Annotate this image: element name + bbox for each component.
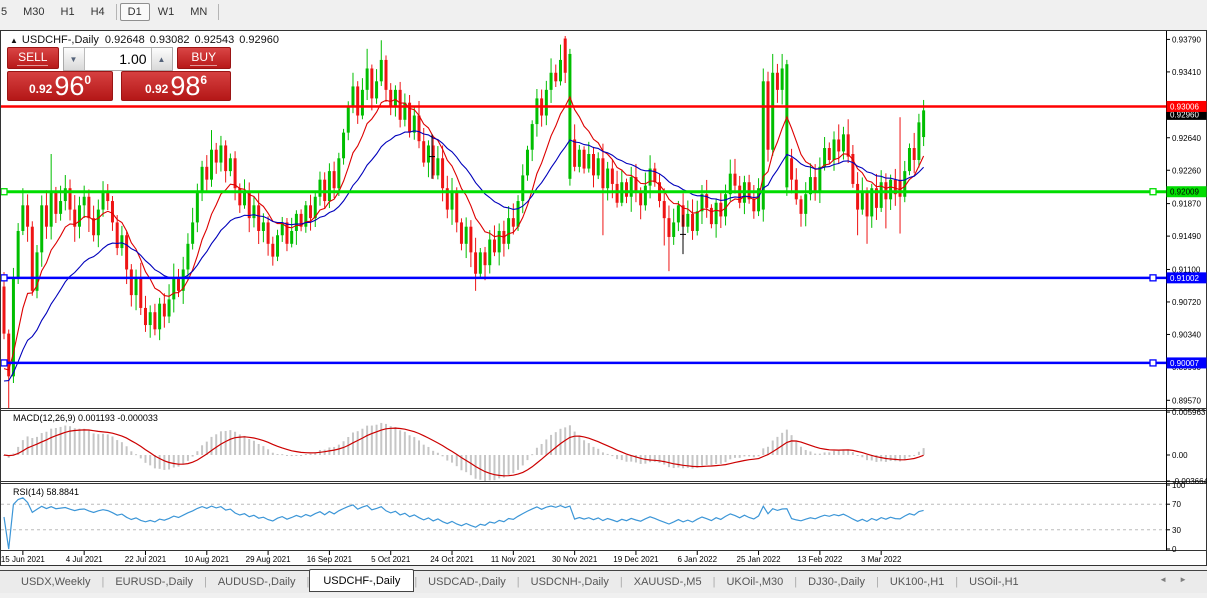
tab-eurusd-daily[interactable]: EURUSD-,Daily <box>104 573 204 591</box>
buy-button[interactable]: BUY <box>177 47 231 69</box>
svg-text:0.92009: 0.92009 <box>1170 188 1199 197</box>
timeframe-button-h4[interactable]: H4 <box>83 3 113 21</box>
timeframe-button-d1[interactable]: D1 <box>120 3 150 21</box>
timeframe-button-mn[interactable]: MN <box>182 3 215 21</box>
price-marker-0.92009: 0.92009 <box>1167 186 1207 197</box>
tab-usdcnh-daily[interactable]: USDCNH-,Daily <box>520 573 620 591</box>
svg-text:0.91490: 0.91490 <box>1172 232 1201 241</box>
tab-ukoil-m30[interactable]: UKOil-,M30 <box>715 573 794 591</box>
one-click-trade-panel: SELL ▼ 1.00 ▲ BUY 0.92960 0.92986 <box>7 47 231 101</box>
tab-scroll-arrows: ◄► <box>1159 575 1199 584</box>
sell-price-display[interactable]: 0.92960 <box>7 71 113 101</box>
rsi-indicator-label: RSI(14) 58.8841 <box>13 487 79 497</box>
macd-indicator-label: MACD(12,26,9) 0.001193 -0.000033 <box>13 413 158 423</box>
svg-text:5 Oct 2021: 5 Oct 2021 <box>371 555 411 564</box>
tab-usdcad-daily[interactable]: USDCAD-,Daily <box>417 573 517 591</box>
chart-symbol-title: USDCHF-,Daily <box>22 34 99 46</box>
tab-scroll-left-icon[interactable]: ◄ <box>1159 575 1179 584</box>
tab-usoil-h1[interactable]: USOil-,H1 <box>958 573 1030 591</box>
svg-text:19 Dec 2021: 19 Dec 2021 <box>613 555 659 564</box>
trading-terminal: 5M30H1H4D1W1MN 0.937900.934100.930300.92… <box>0 0 1207 598</box>
ohlc-low: 0.92543 <box>194 34 234 46</box>
svg-text:0.89570: 0.89570 <box>1172 396 1201 405</box>
buy-price-display[interactable]: 0.92986 <box>121 71 231 101</box>
svg-text:25 Jan 2022: 25 Jan 2022 <box>737 555 782 564</box>
volume-input[interactable]: 1.00 <box>85 48 151 70</box>
svg-text:0.93006: 0.93006 <box>1170 102 1199 111</box>
svg-text:16 Sep 2021: 16 Sep 2021 <box>307 555 353 564</box>
tab-dj30-daily[interactable]: DJ30-,Daily <box>797 573 876 591</box>
collapse-panel-icon[interactable]: ▲ <box>10 36 18 45</box>
chart-tab-bar: USDX,Weekly|EURUSD-,Daily|AUDUSD-,Daily|… <box>0 566 1207 598</box>
sell-button[interactable]: SELL <box>7 47 59 69</box>
ohlc-high: 0.93082 <box>150 34 190 46</box>
svg-text:0.91870: 0.91870 <box>1172 200 1201 209</box>
svg-text:0.90720: 0.90720 <box>1172 298 1201 307</box>
svg-text:0.93410: 0.93410 <box>1172 68 1201 77</box>
price-marker-0.90007: 0.90007 <box>1167 357 1207 368</box>
timeframe-button-5[interactable]: 5 <box>0 3 15 21</box>
svg-text:29 Aug 2021: 29 Aug 2021 <box>246 555 291 564</box>
tab-usdx-weekly[interactable]: USDX,Weekly <box>10 573 101 591</box>
timeframe-toolbar: 5M30H1H4 D1W1MN <box>0 0 1207 24</box>
timeframe-button-m30[interactable]: M30 <box>15 3 52 21</box>
svg-text:0.92260: 0.92260 <box>1172 166 1201 175</box>
toolbar-separator <box>116 4 117 20</box>
volume-stepper: ▼ 1.00 ▲ <box>63 47 173 71</box>
svg-text:6 Jan 2022: 6 Jan 2022 <box>677 555 717 564</box>
svg-text:0.90340: 0.90340 <box>1172 330 1201 339</box>
svg-text:0.90007: 0.90007 <box>1170 359 1199 368</box>
svg-text:30: 30 <box>1172 526 1181 535</box>
svg-text:4 Jul 2021: 4 Jul 2021 <box>66 555 103 564</box>
chart-tabs: USDX,Weekly|EURUSD-,Daily|AUDUSD-,Daily|… <box>0 571 1207 593</box>
svg-text:0.91002: 0.91002 <box>1170 274 1199 283</box>
svg-text:10 Aug 2021: 10 Aug 2021 <box>184 555 229 564</box>
ohlc-close: 0.92960 <box>239 34 279 46</box>
tab-usdchf-daily[interactable]: USDCHF-,Daily <box>309 569 414 592</box>
chart-symbol-header: ▲ USDCHF-,Daily 0.92648 0.93082 0.92543 0.929… <box>10 34 284 46</box>
svg-text:0: 0 <box>1172 545 1177 554</box>
tab-uk100-h1[interactable]: UK100-,H1 <box>879 573 955 591</box>
svg-text:100: 100 <box>1172 481 1186 490</box>
svg-text:30 Nov 2021: 30 Nov 2021 <box>552 555 598 564</box>
timeframe-button-w1[interactable]: W1 <box>150 3 183 21</box>
svg-text:0.92640: 0.92640 <box>1172 134 1201 143</box>
price-marker-0.91002: 0.91002 <box>1167 272 1207 283</box>
svg-text:13 Feb 2022: 13 Feb 2022 <box>797 555 842 564</box>
svg-text:0.93790: 0.93790 <box>1172 35 1201 44</box>
price-chart: 0.937900.934100.930300.926400.922600.918… <box>0 30 1207 566</box>
svg-text:22 Jul 2021: 22 Jul 2021 <box>125 555 167 564</box>
ohlc-open: 0.92648 <box>105 34 145 46</box>
svg-text:24 Oct 2021: 24 Oct 2021 <box>430 555 474 564</box>
svg-text:15 Jun 2021: 15 Jun 2021 <box>1 555 46 564</box>
timeframe-button-h1[interactable]: H1 <box>53 3 83 21</box>
volume-increase-button[interactable]: ▲ <box>151 48 172 70</box>
volume-decrease-button[interactable]: ▼ <box>64 48 85 70</box>
svg-text:11 Nov 2021: 11 Nov 2021 <box>491 555 536 564</box>
price-marker-0.93006: 0.93006 <box>1167 101 1207 112</box>
tab-xauusd-m5[interactable]: XAUUSD-,M5 <box>623 573 713 591</box>
tab-scroll-right-icon[interactable]: ► <box>1179 575 1199 584</box>
toolbar-separator <box>218 4 219 20</box>
svg-text:0.005963: 0.005963 <box>1172 408 1206 417</box>
svg-text:0.00: 0.00 <box>1172 451 1188 460</box>
svg-text:70: 70 <box>1172 500 1181 509</box>
chart-window: 0.937900.934100.930300.926400.922600.918… <box>0 30 1207 566</box>
tab-audusd-daily[interactable]: AUDUSD-,Daily <box>207 573 307 591</box>
svg-text:3 Mar 2022: 3 Mar 2022 <box>861 555 902 564</box>
